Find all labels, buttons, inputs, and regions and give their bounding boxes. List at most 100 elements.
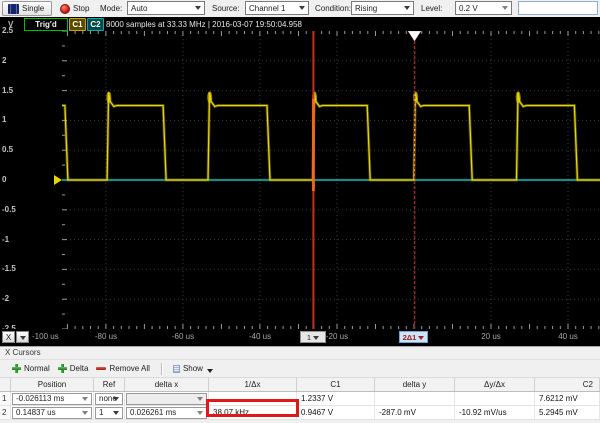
cursor-flag-2[interactable]: 2Δ1 xyxy=(399,331,428,343)
ref-select-2[interactable]: 1 xyxy=(95,407,123,419)
level-label: Level: xyxy=(421,4,442,13)
x-axis-label: 20 us xyxy=(481,332,501,341)
delta-x-select-2[interactable]: 0.026261 ms xyxy=(126,407,207,419)
delta-x-value-2: 0.026261 ms xyxy=(130,408,176,417)
extra-field[interactable] xyxy=(518,1,598,15)
x-axis-label: -60 us xyxy=(172,332,194,341)
header-position: Position xyxy=(11,378,94,391)
toolbar-separator xyxy=(161,363,162,375)
show-label: Show xyxy=(183,364,203,373)
source-value: Channel 1 xyxy=(249,4,285,13)
y-axis-label: 2 xyxy=(2,56,6,65)
header-inv-delta-x: 1/Δx xyxy=(209,378,297,391)
channel-2-badge[interactable]: C2 xyxy=(87,18,104,31)
chevron-down-icon xyxy=(197,411,203,415)
overshoot-glow xyxy=(413,91,418,103)
c1-value-2: 0.9467 V xyxy=(297,406,375,420)
c1-value-1: 1.2337 V xyxy=(297,392,375,406)
chevron-down-icon xyxy=(404,6,410,10)
row-number: 2 xyxy=(0,406,11,420)
ref-select-1[interactable]: none xyxy=(95,393,123,405)
cursor-flag-1[interactable]: 1 xyxy=(300,331,326,343)
row-number: 1 xyxy=(0,392,11,406)
chevron-down-icon xyxy=(313,336,319,340)
position-value-2: 0.14837 us xyxy=(16,408,56,417)
ref-value-2: 1 xyxy=(99,408,103,417)
cursor-row-1: 1 -0.026113 ms none 1.2337 V 7.6212 mV xyxy=(0,392,600,406)
chevron-down-icon xyxy=(82,397,88,401)
overshoot-glow xyxy=(207,91,212,103)
stop-button[interactable]: Stop xyxy=(56,1,93,16)
single-button[interactable]: Single xyxy=(2,1,52,16)
panel-title: X Cursors xyxy=(0,347,600,360)
y-axis-label: 0.5 xyxy=(2,145,13,154)
show-columns-icon xyxy=(173,365,180,373)
condition-label: Condition: xyxy=(315,4,351,13)
source-label: Source: xyxy=(212,4,240,13)
header-rownum xyxy=(0,378,11,391)
add-delta-label: Delta xyxy=(70,364,89,373)
chevron-down-icon xyxy=(502,6,508,10)
level-select[interactable]: 0.2 V xyxy=(455,1,512,15)
chevron-down-icon xyxy=(299,6,305,10)
condition-select[interactable]: Rising xyxy=(351,1,414,15)
add-delta-cursor-button[interactable]: Delta xyxy=(54,361,93,376)
x-axis-strip: X -100 us 1 2Δ1 -80 us-60 us-40 us-20 us… xyxy=(0,329,600,346)
chevron-down-icon xyxy=(113,397,119,401)
y-axis-label: -1.5 xyxy=(2,264,16,273)
source-select[interactable]: Channel 1 xyxy=(245,1,309,15)
y-axis-label: 1.5 xyxy=(2,86,13,95)
c1-trace xyxy=(62,92,600,180)
dy-dx-value-1 xyxy=(455,392,535,406)
x-axis-label-first: -100 us xyxy=(32,332,59,341)
x-axis-button[interactable]: X xyxy=(2,331,15,343)
add-normal-label: Normal xyxy=(24,364,50,373)
chevron-down-icon xyxy=(82,411,88,415)
y-axis-label: -2 xyxy=(2,294,9,303)
stop-icon xyxy=(60,4,70,14)
x-cursors-panel: X Cursors Normal Delta Remove All Show xyxy=(0,346,600,423)
oscilloscope-app: Single Stop Mode: Auto Source: Channel 1… xyxy=(0,0,600,423)
remove-all-button[interactable]: Remove All xyxy=(92,361,153,376)
dy-dx-value-2: -10.92 mV/us xyxy=(455,406,535,420)
c1-level-marker[interactable] xyxy=(54,175,62,185)
plus-icon xyxy=(12,364,21,373)
x-axis-label: 40 us xyxy=(558,332,578,341)
y-axis-label: 1 xyxy=(2,115,6,124)
mode-label: Mode: xyxy=(100,4,122,13)
info-bar: V Trig'd C1 C2 8000 samples at 33.33 MHz… xyxy=(0,17,600,31)
inv-delta-x-value-2: 38.07 kHz xyxy=(209,406,297,420)
mode-select[interactable]: Auto xyxy=(127,1,205,15)
header-dy-dx: Δy/Δx xyxy=(455,378,535,391)
x-axis-dropdown-button[interactable] xyxy=(16,331,29,343)
mode-value: Auto xyxy=(131,4,147,13)
cursor-flag-1-label: 1 xyxy=(307,333,311,342)
single-shot-icon xyxy=(8,4,19,14)
chevron-down-icon xyxy=(207,369,213,373)
add-normal-cursor-button[interactable]: Normal xyxy=(8,361,54,376)
cursors-toolbar: Normal Delta Remove All Show xyxy=(0,360,600,378)
level-value: 0.2 V xyxy=(459,4,478,13)
cursor-table-header: Position Ref delta x 1/Δx C1 delta y Δy/… xyxy=(0,378,600,392)
show-options-button[interactable]: Show xyxy=(169,361,217,376)
minus-icon xyxy=(96,367,106,370)
condition-value: Rising xyxy=(355,4,377,13)
c2-value-1: 7.6212 mV xyxy=(535,392,600,406)
c2-value-2: 5.2945 mV xyxy=(535,406,600,420)
delta-x-select-1 xyxy=(126,393,207,405)
y-axis-label: -0.5 xyxy=(2,205,16,214)
plus-icon xyxy=(58,364,67,373)
trigger-marker[interactable] xyxy=(408,31,421,41)
position-select-2[interactable]: 0.14837 us xyxy=(12,407,92,419)
header-c2: C2 xyxy=(535,378,600,391)
chevron-down-icon xyxy=(113,411,119,415)
cursor-row-2: 2 0.14837 us 1 0.026261 ms 38.07 kHz 0.9… xyxy=(0,406,600,420)
header-delta-x: delta x xyxy=(125,378,209,391)
header-delta-y: delta y xyxy=(375,378,455,391)
position-select-1[interactable]: -0.026113 ms xyxy=(12,393,92,405)
overshoot-glow xyxy=(516,91,521,103)
x-axis-label: -20 us xyxy=(326,332,348,341)
position-value-1: -0.026113 ms xyxy=(16,394,64,403)
x-axis-label: -80 us xyxy=(95,332,117,341)
channel-1-badge[interactable]: C1 xyxy=(69,18,86,31)
